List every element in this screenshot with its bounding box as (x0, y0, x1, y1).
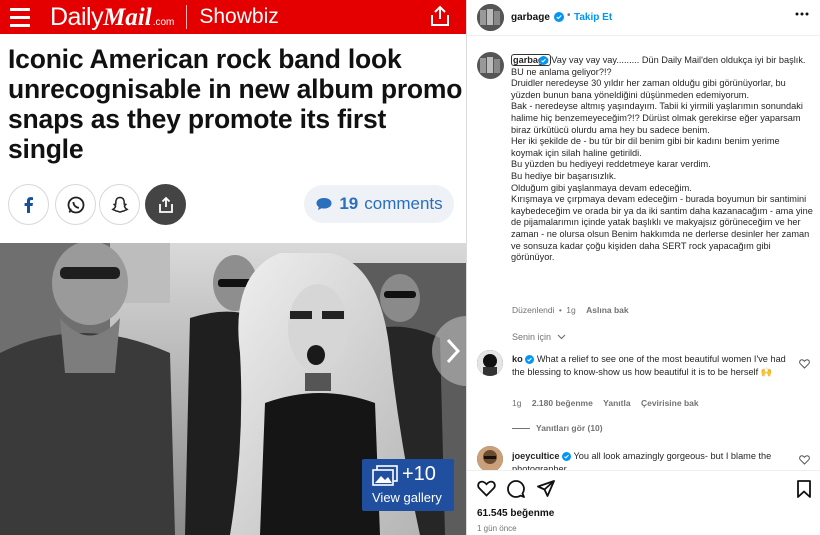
avatar-image (477, 4, 504, 31)
commenter-avatar[interactable] (477, 446, 503, 472)
comments-label: comments (364, 194, 443, 213)
comment-text: What a relief to see one of the most bea… (512, 354, 786, 377)
gallery-icon (372, 465, 398, 486)
caption-text: Olduğum gibi yaşlanmaya devam edeceğim. (511, 182, 692, 193)
comment-icon[interactable] (507, 480, 525, 498)
view-replies-label: Yanıtları gör (10) (536, 423, 603, 433)
edited-label: Düzenlendi (512, 305, 555, 315)
share-row: 19 comments (8, 184, 458, 226)
comment-like-icon[interactable] (799, 359, 810, 369)
replies-line (512, 428, 530, 430)
commenter-avatar[interactable] (477, 350, 503, 376)
comments-button[interactable]: 19 comments (304, 185, 454, 223)
comment-body: joeycultice You all look amazingly gorge… (512, 450, 797, 470)
snapchat-icon (110, 196, 129, 213)
facebook-icon (24, 196, 33, 213)
header-divider (186, 5, 188, 29)
like-heart-icon[interactable] (477, 480, 496, 497)
avatar-image (477, 350, 503, 376)
bookmark-icon[interactable] (797, 480, 811, 498)
gallery-label: View gallery (372, 490, 442, 505)
avatar-image (477, 446, 503, 472)
more-options-icon[interactable] (795, 12, 809, 16)
whatsapp-share-button[interactable] (55, 184, 96, 225)
view-gallery-button[interactable]: +10 View gallery (362, 459, 454, 511)
whatsapp-icon (67, 196, 84, 213)
see-original-button[interactable]: Aslına bak (586, 305, 629, 315)
article-headline: Iconic American rock band look unrecogni… (8, 44, 463, 164)
share-icon[interactable] (428, 4, 452, 28)
caption-text: Kırışmaya ve çırpmaya devam edeceğim - b… (511, 194, 813, 263)
comment-likes[interactable]: 2.180 beğenme (532, 398, 593, 408)
post-header: garbage • Takip Et (467, 0, 820, 36)
menu-icon[interactable] (0, 0, 40, 34)
caption-meta: Düzenlendi • 1g Aslına bak (512, 305, 629, 315)
headline-line: single (8, 134, 84, 164)
caption-text: Druidler neredeyse 30 yıldır her zaman o… (511, 78, 786, 100)
caption-avatar[interactable] (477, 52, 504, 79)
post-actions: 61.545 beğenme 1 gün önce (467, 470, 820, 535)
caption-text: Bak - neredeyse altmış yaşındayım. Tabii… (511, 101, 803, 135)
avatar-image (477, 52, 504, 79)
share-send-icon[interactable] (537, 480, 555, 498)
more-share-button[interactable] (145, 184, 186, 225)
comment-time: 1g (512, 398, 522, 408)
verified-badge-icon (554, 12, 564, 22)
verified-badge-icon (562, 452, 572, 462)
site-header: Daily Mail .com Showbiz (0, 0, 466, 34)
section-label[interactable]: Showbiz (199, 5, 278, 29)
logo-mail: Mail (103, 3, 152, 31)
comment-username[interactable]: joeycultice (512, 451, 560, 461)
comment-meta: 1g 2.180 beğenme Yanıtla Çevirisine bak (512, 398, 699, 408)
instagram-panel: garbage • Takip Et garbage Vay vay vay v… (466, 0, 820, 535)
logo-daily: Daily (50, 2, 104, 31)
follow-button[interactable]: Takip Et (574, 12, 612, 23)
headline-line: Iconic American rock band look (8, 44, 402, 74)
author-username[interactable]: garbage (511, 12, 550, 23)
comment-body: ko What a relief to see one of the most … (512, 353, 797, 378)
chevron-down-icon (557, 334, 565, 340)
gallery-count: +10 (402, 463, 436, 485)
chevron-right-icon (446, 338, 461, 364)
comment-username[interactable]: ko (512, 354, 523, 364)
caption-text: Bu hediye bir başarısızlık. (511, 170, 617, 181)
headline-line: unrecognisable in new album promo (8, 74, 463, 104)
share-icon (158, 196, 173, 213)
comment-bubble-icon (316, 198, 332, 210)
for-you-label: Senin için (512, 332, 552, 342)
headline-line: snaps as they promote its first (8, 104, 387, 134)
view-replies-button[interactable]: Yanıtları gör (10) (512, 423, 603, 433)
snapchat-share-button[interactable] (99, 184, 140, 225)
facebook-share-button[interactable] (8, 184, 49, 225)
verified-badge-icon (538, 56, 548, 66)
for-you-filter[interactable]: Senin için (512, 332, 566, 342)
article-pane: Daily Mail .com Showbiz Iconic American … (0, 0, 466, 535)
caption-text: Vay vay vay vay......... Dün Daily Mail'… (548, 55, 806, 65)
likes-count[interactable]: 61.545 beğenme (477, 508, 554, 519)
verified-badge-icon (525, 355, 535, 365)
reply-button[interactable]: Yanıtla (603, 398, 630, 408)
post-timestamp: 1 gün önce (477, 524, 517, 533)
caption-text: BU ne anlama geliyor?!? (511, 66, 612, 77)
separator-dot: • (558, 305, 562, 315)
separator-dot: • (567, 10, 571, 21)
logo-com: .com (152, 16, 175, 28)
author-avatar[interactable] (477, 4, 504, 31)
site-logo[interactable]: Daily Mail .com (40, 3, 174, 32)
caption-text: Her iki şekilde de - bu tür bir dil beni… (511, 136, 780, 158)
translate-button[interactable]: Çevirisine bak (641, 398, 699, 408)
comment-like-icon[interactable] (799, 455, 810, 465)
caption-text: Bu yüzden bu hediyeyi reddetmeye karar v… (511, 159, 711, 170)
comments-count: 19 (339, 194, 359, 213)
edited-time: 1g (566, 305, 576, 315)
post-caption: garbage Vay vay vay vay......... Dün Dai… (511, 54, 813, 264)
